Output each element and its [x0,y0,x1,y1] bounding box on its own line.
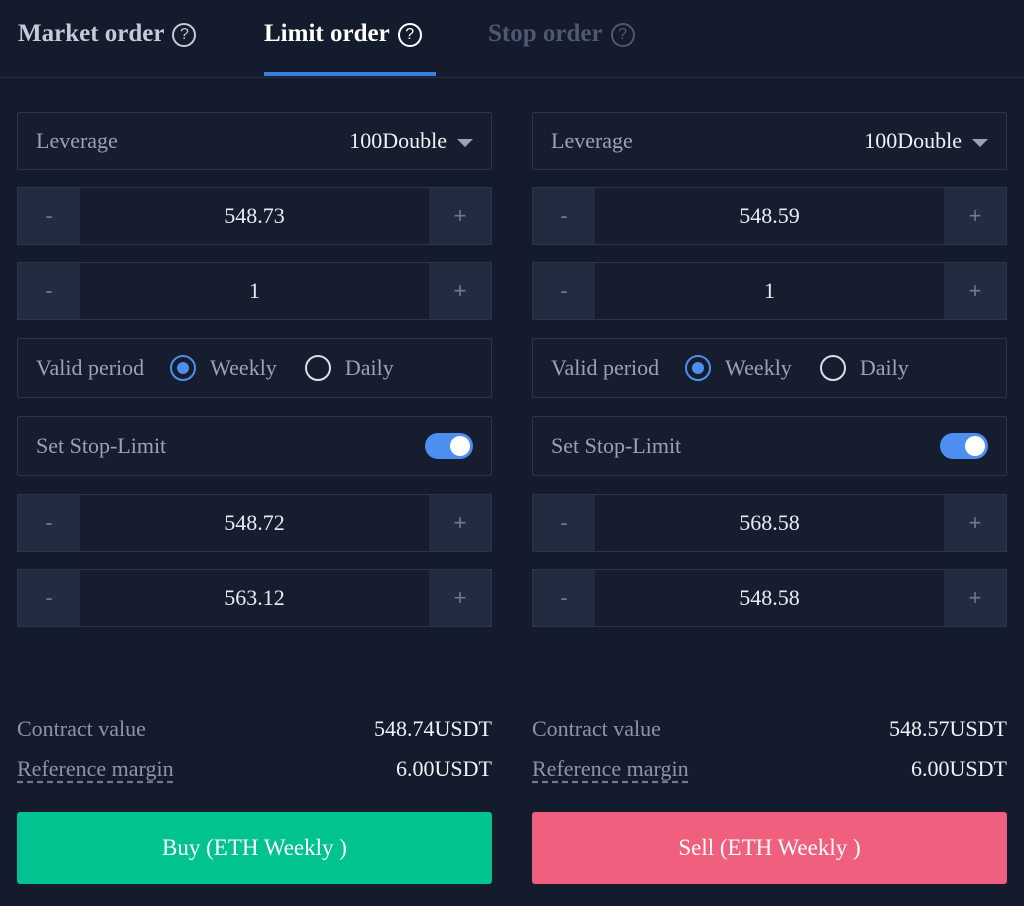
radio-weekly-label: Weekly [210,355,277,380]
decrement-button[interactable]: - [18,188,80,244]
caret-down-icon [457,139,473,147]
buy-quantity-value[interactable]: 1 [80,263,429,319]
buy-contract-value-row: Contract value 548.74USDT [17,716,492,742]
contract-value: 548.57USDT [889,716,1007,741]
radio-checked-icon [685,355,712,381]
buy-quantity-stepper: - 1 + [17,262,492,320]
stop-limit-toggle[interactable] [940,433,988,459]
leverage-label: Leverage [36,128,118,153]
sell-reference-margin-row: Reference margin 6.00USDT [532,756,1007,782]
reference-margin-label[interactable]: Reference margin [17,756,396,782]
sell-valid-period: Valid period Weekly Daily [532,338,1007,398]
help-icon[interactable]: ? [172,23,197,47]
radio-daily-label: Daily [859,355,909,380]
buy-stop-price-value[interactable]: 548.72 [80,495,429,551]
buy-stop-limit-row: Set Stop-Limit [17,416,492,476]
valid-period-label: Valid period [36,355,145,380]
tab-stop-order-label: Stop order [488,20,603,47]
sell-button[interactable]: Sell (ETH Weekly ) [532,812,1007,884]
increment-button[interactable]: + [429,570,491,626]
radio-weekly-label: Weekly [725,355,792,380]
radio-weekly[interactable]: Weekly [685,355,792,381]
sell-limit-price-stepper: - 548.58 + [532,569,1007,627]
contract-value: 548.74USDT [374,716,492,741]
increment-button[interactable]: + [429,188,491,244]
radio-unchecked-icon [304,355,331,381]
decrement-button[interactable]: - [18,495,80,551]
radio-daily[interactable]: Daily [304,355,394,381]
stop-limit-label: Set Stop-Limit [551,433,682,458]
tab-limit-order-label: Limit order [264,20,390,47]
buy-limit-price-value[interactable]: 563.12 [80,570,429,626]
buy-price-value[interactable]: 548.73 [80,188,429,244]
increment-button[interactable]: + [944,263,1006,319]
buy-stop-price-stepper: - 548.72 + [17,494,492,552]
increment-button[interactable]: + [944,570,1006,626]
tab-market-order-label: Market order [18,20,165,47]
buy-reference-margin-row: Reference margin 6.00USDT [17,756,492,782]
decrement-button[interactable]: - [18,263,80,319]
tab-stop-order[interactable]: Stop order ? [488,14,635,78]
decrement-button[interactable]: - [18,570,80,626]
increment-button[interactable]: + [944,495,1006,551]
contract-value-label: Contract value [532,716,661,741]
increment-button[interactable]: + [429,495,491,551]
active-tab-indicator [264,72,436,76]
increment-button[interactable]: + [429,263,491,319]
sell-stop-limit-row: Set Stop-Limit [532,416,1007,476]
tab-limit-order[interactable]: Limit order ? [264,14,422,78]
reference-margin-value: 6.00USDT [396,756,492,781]
decrement-button[interactable]: - [533,495,595,551]
buy-limit-price-stepper: - 563.12 + [17,569,492,627]
reference-margin-value: 6.00USDT [911,756,1007,781]
contract-value-label: Contract value [17,716,146,741]
buy-button[interactable]: Buy (ETH Weekly ) [17,812,492,884]
leverage-value: 100Double [349,128,447,153]
reference-margin-label[interactable]: Reference margin [532,756,911,782]
valid-period-label: Valid period [551,355,660,380]
increment-button[interactable]: + [944,188,1006,244]
decrement-button[interactable]: - [533,570,595,626]
sell-quantity-value[interactable]: 1 [595,263,944,319]
leverage-value: 100Double [864,128,962,153]
decrement-button[interactable]: - [533,263,595,319]
order-type-tabs: Market order ? Limit order ? Stop order … [0,0,1024,78]
buy-price-stepper: - 548.73 + [17,187,492,245]
sell-price-value[interactable]: 548.59 [595,188,944,244]
leverage-label: Leverage [551,128,633,153]
sell-price-stepper: - 548.59 + [532,187,1007,245]
radio-checked-icon [170,355,197,381]
sell-leverage-select[interactable]: Leverage 100Double [532,112,1007,170]
buy-valid-period: Valid period Weekly Daily [17,338,492,398]
sell-stop-price-value[interactable]: 568.58 [595,495,944,551]
radio-unchecked-icon [819,355,846,381]
radio-daily[interactable]: Daily [819,355,909,381]
stop-limit-label: Set Stop-Limit [36,433,167,458]
sell-limit-price-value[interactable]: 548.58 [595,570,944,626]
tab-market-order[interactable]: Market order ? [18,14,197,78]
caret-down-icon [972,139,988,147]
radio-weekly[interactable]: Weekly [170,355,277,381]
buy-leverage-select[interactable]: Leverage 100Double [17,112,492,170]
sell-quantity-stepper: - 1 + [532,262,1007,320]
help-icon[interactable]: ? [397,23,422,47]
stop-limit-toggle[interactable] [425,433,473,459]
sell-stop-price-stepper: - 568.58 + [532,494,1007,552]
help-icon[interactable]: ? [610,23,635,47]
radio-daily-label: Daily [344,355,394,380]
sell-contract-value-row: Contract value 548.57USDT [532,716,1007,742]
decrement-button[interactable]: - [533,188,595,244]
